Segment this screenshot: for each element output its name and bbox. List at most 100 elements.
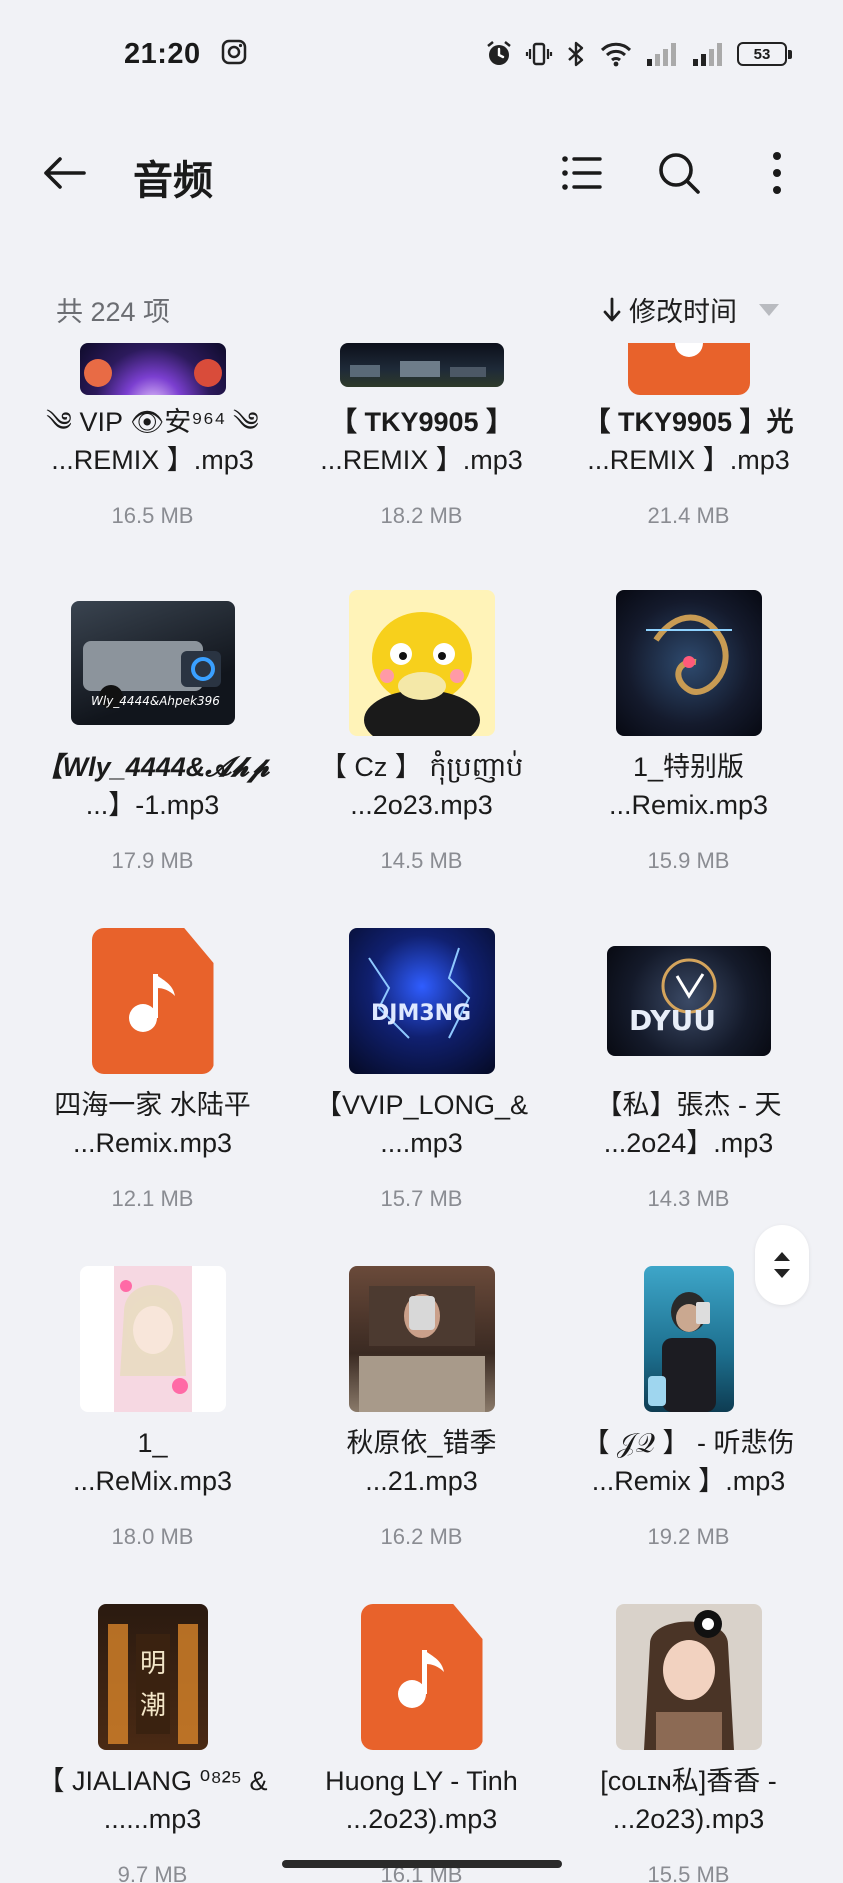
file-name-line1: 【 JIALIANG ⁰⁸²⁵ & bbox=[37, 1766, 268, 1796]
music-file-icon bbox=[360, 1604, 483, 1750]
svg-text:DJM3NG: DJM3NG bbox=[371, 1001, 471, 1026]
file-item[interactable]: 1_特别版 ...Remix.mp3 15.9 MB bbox=[548, 588, 829, 926]
album-art-thumbnail: DJM3NG bbox=[348, 928, 495, 1074]
file-name-line2: ....mp3 bbox=[380, 1128, 463, 1158]
file-name-line1: ༄ VIP 👁安⁹⁶⁴ ༄ bbox=[46, 407, 259, 437]
file-size: 16.2 MB bbox=[380, 1524, 463, 1549]
file-name-line1: Huong LY - Tinh bbox=[325, 1766, 518, 1796]
file-size: 14.5 MB bbox=[380, 848, 463, 873]
music-file-icon bbox=[627, 343, 750, 395]
file-size: 15.7 MB bbox=[380, 1186, 463, 1211]
svg-text:DYUU: DYUU bbox=[629, 1004, 716, 1037]
sort-label: 修改时间 bbox=[629, 297, 737, 327]
instagram-icon bbox=[221, 39, 247, 70]
file-item[interactable]: DYUU 【私】張杰 - 天 ...2o24】.mp3 14.3 MB bbox=[548, 926, 829, 1264]
battery-indicator: 53 bbox=[737, 42, 792, 66]
album-art-thumbnail bbox=[79, 343, 226, 395]
dropdown-caret-icon bbox=[759, 303, 779, 316]
svg-text:潮: 潮 bbox=[140, 1691, 166, 1721]
file-size: 9.7 MB bbox=[117, 1862, 188, 1883]
file-name-line1: 【Wly_4444&𝓐𝓱𝓹 bbox=[35, 752, 270, 782]
file-item[interactable]: Huong LY - Tinh ...2o23).mp3 16.1 MB bbox=[281, 1602, 562, 1883]
list-view-button[interactable] bbox=[556, 148, 606, 198]
album-art-thumbnail bbox=[643, 1266, 734, 1412]
bluetooth-icon bbox=[565, 40, 587, 68]
svg-text:明: 明 bbox=[140, 1649, 166, 1679]
file-item[interactable]: 明潮 【 JIALIANG ⁰⁸²⁵ & ......mp3 9.7 MB bbox=[12, 1602, 293, 1883]
file-name-line2: ...REMIX 】.mp3 bbox=[587, 445, 790, 475]
file-name-line1: [ᴄᴏʟɪɴ私]香香 - bbox=[600, 1766, 777, 1796]
file-name-line2: ...REMIX 】.mp3 bbox=[320, 445, 523, 475]
file-name-line2: ...Remix.mp3 bbox=[608, 790, 769, 820]
file-name-line1: 【 TKY9905 】光 bbox=[583, 407, 794, 437]
sort-button[interactable]: 修改时间 bbox=[603, 290, 779, 329]
arrow-left-icon bbox=[44, 157, 86, 189]
file-name-line2: ...2o24】.mp3 bbox=[603, 1128, 774, 1158]
more-options-button[interactable] bbox=[754, 148, 804, 198]
status-bar: 21:20 53 bbox=[0, 0, 843, 108]
signal-icon-2 bbox=[691, 40, 725, 68]
search-button[interactable] bbox=[654, 148, 704, 198]
file-size: 18.2 MB bbox=[380, 503, 463, 528]
info-row: 共 224 项 修改时间 bbox=[0, 284, 843, 334]
file-name-line1: 【 Cz 】 កុំប្រញាប់ bbox=[319, 752, 524, 782]
file-name-line2: ...Remix.mp3 bbox=[72, 1128, 233, 1158]
alarm-icon bbox=[485, 40, 513, 68]
home-indicator[interactable] bbox=[282, 1860, 562, 1868]
file-size: 19.2 MB bbox=[647, 1524, 730, 1549]
svg-text:Wly_4444&Ahpek396: Wly_4444&Ahpek396 bbox=[91, 694, 220, 708]
album-art-thumbnail bbox=[348, 590, 495, 736]
file-item[interactable]: 四海一家 水陆平 ...Remix.mp3 12.1 MB bbox=[12, 926, 293, 1264]
file-name-line2: ...Remix 】.mp3 bbox=[591, 1466, 786, 1496]
album-art-thumbnail: 明潮 bbox=[97, 1604, 208, 1750]
file-name-line2: ...2o23).mp3 bbox=[345, 1804, 498, 1834]
file-name-line2: ...21.mp3 bbox=[365, 1466, 478, 1496]
album-art-thumbnail bbox=[615, 1604, 762, 1750]
file-name-line1: 1_ bbox=[137, 1428, 168, 1458]
file-size: 17.9 MB bbox=[111, 848, 194, 873]
album-art-thumbnail bbox=[339, 343, 504, 387]
arrow-down-icon bbox=[603, 297, 621, 321]
album-art-thumbnail bbox=[615, 590, 762, 736]
more-vertical-icon bbox=[773, 152, 781, 194]
file-item[interactable]: 1_ ...ReMix.mp3 18.0 MB bbox=[12, 1264, 293, 1602]
file-name-line1: 四海一家 水陆平 bbox=[54, 1090, 251, 1120]
file-item[interactable]: DJM3NG 【VVIP_LONG_& ....mp3 15.7 MB bbox=[281, 926, 562, 1264]
music-file-icon bbox=[91, 928, 214, 1074]
file-size: 15.9 MB bbox=[647, 848, 730, 873]
search-icon bbox=[659, 153, 700, 194]
file-size: 15.5 MB bbox=[647, 1862, 730, 1883]
back-button[interactable] bbox=[40, 151, 90, 195]
file-name-line1: 【 TKY9905 】 bbox=[329, 407, 514, 437]
file-name-line1: 【VVIP_LONG_& bbox=[314, 1090, 529, 1120]
file-name-line2: ...ReMix.mp3 bbox=[72, 1466, 233, 1496]
file-name-line1: 秋原依_错季 bbox=[346, 1428, 497, 1458]
album-art-thumbnail: DYUU bbox=[606, 946, 771, 1056]
file-item[interactable]: Wly_4444&Ahpek396 【Wly_4444&𝓐𝓱𝓹 ...】-1.m… bbox=[12, 588, 293, 926]
file-name-line2: ...REMIX 】.mp3 bbox=[51, 445, 254, 475]
fast-scroll-handle[interactable] bbox=[755, 1225, 809, 1305]
album-art-thumbnail: Wly_4444&Ahpek396 bbox=[70, 601, 235, 725]
clock: 21:20 bbox=[124, 37, 201, 70]
file-name-line1: 【私】張杰 - 天 bbox=[595, 1090, 782, 1120]
file-item[interactable]: 【 Cz 】 កុំប្រញាប់ ...2o23.mp3 14.5 MB bbox=[281, 588, 562, 926]
file-size: 21.4 MB bbox=[647, 503, 730, 528]
item-count: 共 224 项 bbox=[56, 297, 171, 327]
file-item[interactable]: 【 𝒥𝒬 】 - 听悲伤 ...Remix 】.mp3 19.2 MB bbox=[548, 1264, 829, 1602]
file-grid: ༄ VIP 👁安⁹⁶⁴ ༄ ...REMIX 】.mp3 16.5 MB 【 T… bbox=[0, 343, 843, 1883]
file-size: 18.0 MB bbox=[111, 1524, 194, 1549]
album-art-thumbnail bbox=[79, 1266, 226, 1412]
title-bar: 音频 bbox=[0, 130, 843, 216]
file-item[interactable]: [ᴄᴏʟɪɴ私]香香 - ...2o23).mp3 15.5 MB bbox=[548, 1602, 829, 1883]
signal-icon bbox=[645, 40, 679, 68]
file-name-line2: ...2o23).mp3 bbox=[612, 1804, 765, 1834]
file-name-line2: ...2o23.mp3 bbox=[350, 790, 493, 820]
wifi-icon bbox=[599, 40, 633, 68]
list-icon bbox=[562, 156, 602, 190]
page-title: 音频 bbox=[133, 159, 213, 203]
file-item[interactable]: 秋原依_错季 ...21.mp3 16.2 MB bbox=[281, 1264, 562, 1602]
file-name-line2: ...】-1.mp3 bbox=[85, 790, 220, 820]
album-art-thumbnail bbox=[348, 1266, 495, 1412]
file-size: 12.1 MB bbox=[111, 1186, 194, 1211]
file-name-line2: ......mp3 bbox=[103, 1804, 202, 1834]
